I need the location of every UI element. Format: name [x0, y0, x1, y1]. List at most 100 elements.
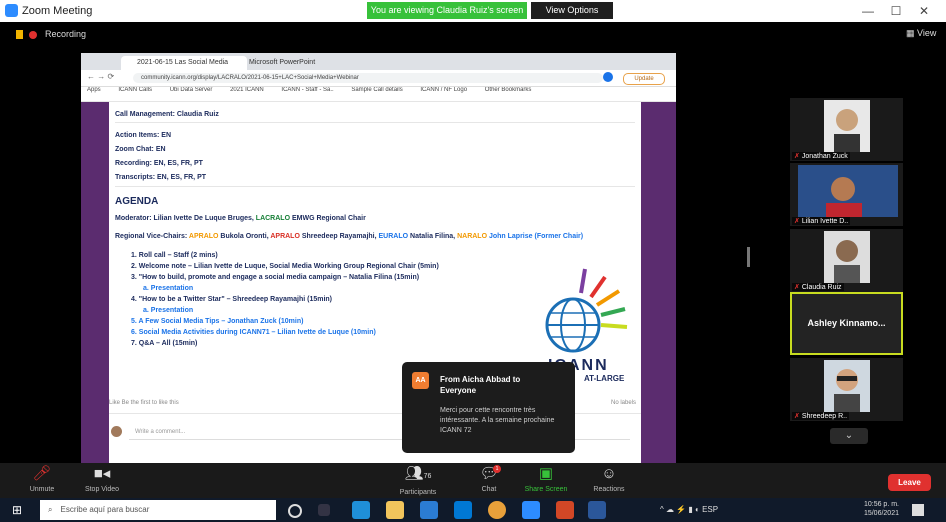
task-view-icon[interactable]: [318, 504, 330, 516]
participant-tile[interactable]: ✗ Lilian Ivette D..: [790, 163, 903, 226]
leave-button[interactable]: Leave: [888, 474, 931, 491]
action-items-text: Action Items: EN: [115, 132, 172, 139]
security-shield-icon: [16, 30, 23, 40]
recording-text: Recording: EN, ES, FR, PT: [115, 160, 203, 167]
participants-button[interactable]: 👥︎76 Participants: [394, 465, 442, 496]
agenda-sub-item-link[interactable]: a. Presentation: [143, 285, 193, 292]
moderator-line: Moderator: Lilian Ivette De Luque Bruges…: [115, 215, 366, 222]
agenda-item: 7. Q&A – All (15min): [131, 340, 198, 347]
view-button[interactable]: ▦ View: [906, 28, 936, 39]
stop-video-button[interactable]: ■◂ Stop Video: [80, 465, 124, 493]
url-input[interactable]: community.icann.org/display/LACRALO/2021…: [133, 73, 603, 83]
browser-tab[interactable]: Microsoft PowerPoint: [233, 56, 359, 70]
sender-avatar: AA: [412, 372, 429, 389]
divider: [115, 186, 635, 187]
reactions-button[interactable]: ☺ Reactions: [588, 465, 630, 493]
participant-video: [824, 360, 870, 412]
participant-name: ✗ Claudia Ruiz: [792, 283, 844, 291]
panel-resize-handle[interactable]: [747, 247, 750, 267]
windows-start-icon[interactable]: ⊞: [12, 503, 26, 517]
muted-mic-icon: ✗: [794, 153, 800, 160]
smiley-icon: ☺: [601, 465, 617, 482]
zoom-chat-text: Zoom Chat: EN: [115, 146, 166, 153]
at-large-logo-text: AT-LARGE: [584, 374, 625, 383]
call-management-text: Call Management: Claudia Ruiz: [115, 111, 219, 118]
muted-mic-icon: ✗: [794, 218, 800, 225]
file-explorer-icon[interactable]: [386, 501, 404, 519]
app-icon[interactable]: [588, 501, 606, 519]
chat-unread-badge: 1: [493, 465, 501, 473]
meeting-toolbar: 🎤︎ Unmute ■◂ Stop Video 👥︎76 Participants 💬…: [0, 463, 946, 498]
bookmark-item[interactable]: ICANN - Staff - Sa..: [281, 87, 333, 93]
chat-message: Merci pour cette rencontre très intéress…: [440, 407, 555, 434]
maximize-button[interactable]: ☐: [886, 3, 906, 19]
shared-screen: 2021-06-15 Las Social Media Camp.. Micro…: [81, 53, 676, 463]
recording-indicator[interactable]: Recording: [16, 29, 86, 40]
labels-text: No labels: [611, 400, 637, 406]
transcripts-text: Transcripts: EN, ES, FR, PT: [115, 174, 207, 181]
gallery-scroll-down-button[interactable]: ⌄: [830, 428, 868, 444]
bookmark-item[interactable]: Sample Call details: [351, 87, 402, 93]
participant-tile[interactable]: ✗ Jonathan Zuck: [790, 98, 903, 161]
share-screen-button[interactable]: ▣ Share Screen: [522, 465, 570, 493]
agenda-item: 2. Welcome note – Lilian Ivette de Luque…: [131, 263, 439, 270]
bookmarks-bar: Apps ICANN Calls Ubi Data Server 2021 IC…: [81, 87, 676, 102]
recording-dot-icon: [29, 30, 37, 39]
cortana-icon[interactable]: [288, 504, 302, 518]
page-margin-right: [641, 102, 676, 463]
bookmark-item[interactable]: ICANN / NF Logo: [420, 87, 467, 93]
vice-chairs-line: Regional Vice-Chairs: APRALO Bukola Oron…: [115, 233, 584, 240]
nav-arrows-icon[interactable]: ← → ⟳: [87, 72, 114, 81]
bookmark-item[interactable]: Other Bookmarks: [485, 87, 532, 93]
browser-tab-bar: 2021-06-15 Las Social Media Camp.. Micro…: [81, 53, 676, 80]
taskbar-clock[interactable]: 10:56 p. m. 15/06/2021: [863, 500, 899, 518]
mic-muted-icon: 🎤︎: [32, 465, 52, 482]
agenda-item: 3. "How to build, promote and engage a s…: [131, 274, 420, 281]
bookmark-item[interactable]: Apps: [87, 87, 101, 93]
bookmark-item[interactable]: 2021 ICANN: [230, 87, 264, 93]
muted-mic-icon: ✗: [794, 284, 800, 291]
participant-video: [824, 100, 870, 152]
participant-video: [798, 165, 898, 217]
close-button[interactable]: ✕: [914, 3, 934, 19]
page-margin-left: [81, 102, 109, 463]
agenda-item: 6. Social Media Activities during ICANN7…: [131, 329, 376, 336]
window-title: Zoom Meeting: [22, 5, 93, 17]
chat-sender: From Aicha Abbad to Everyone: [440, 375, 521, 395]
share-screen-icon: ▣: [538, 465, 554, 482]
powerpoint-icon[interactable]: [556, 501, 574, 519]
chrome-icon[interactable]: [488, 501, 506, 519]
agenda-sub-item-link[interactable]: a. Presentation: [143, 307, 193, 314]
participant-tile[interactable]: ✗ Claudia Ruiz: [790, 229, 903, 292]
browser-tab-active[interactable]: 2021-06-15 Las Social Media Camp..: [121, 56, 247, 80]
bookmark-item[interactable]: Ubi Data Server: [170, 87, 213, 93]
participant-name: ✗ Shreedeep R..: [792, 412, 850, 420]
participant-tile-active-speaker[interactable]: Ashley Kinnamo...: [790, 292, 903, 355]
word-icon[interactable]: [420, 501, 438, 519]
agenda-heading: AGENDA: [115, 196, 159, 207]
profile-avatar[interactable]: [603, 72, 613, 82]
browser-address-bar: ← → ⟳ community.icann.org/display/LACRAL…: [81, 70, 676, 87]
zoom-logo-icon: [5, 4, 18, 17]
user-avatar: [111, 426, 122, 437]
participant-tile[interactable]: ✗ Shreedeep R..: [790, 358, 903, 421]
unmute-button[interactable]: 🎤︎ Unmute: [24, 465, 60, 493]
minimize-button[interactable]: —: [858, 3, 878, 19]
chat-notification[interactable]: AA From Aicha Abbad to Everyone Merci po…: [402, 362, 575, 453]
screen-share-banner: You are viewing Claudia Ruiz's screen: [367, 2, 527, 19]
like-link[interactable]: Like Be the first to like this: [109, 400, 179, 406]
update-button[interactable]: Update: [623, 73, 665, 85]
bookmark-item[interactable]: ICANN Calls: [118, 87, 152, 93]
video-camera-icon: ■◂: [93, 465, 111, 482]
taskbar-search-input[interactable]: ⌕ Escribe aquí para buscar: [40, 500, 276, 520]
edge-browser-icon[interactable]: [352, 501, 370, 519]
system-tray[interactable]: ^ ☁ ⚡ ▮ ◐ ESP: [660, 505, 718, 514]
zoom-app-icon[interactable]: [522, 501, 540, 519]
participant-name-large: Ashley Kinnamo...: [807, 318, 886, 328]
search-icon: ⌕: [48, 505, 53, 514]
view-options-button[interactable]: View Options: [531, 2, 613, 19]
notification-center-icon[interactable]: [912, 504, 924, 516]
outlook-icon[interactable]: [454, 501, 472, 519]
agenda-item: 1. Roll call – Staff (2 mins): [131, 252, 218, 259]
divider: [115, 122, 635, 123]
